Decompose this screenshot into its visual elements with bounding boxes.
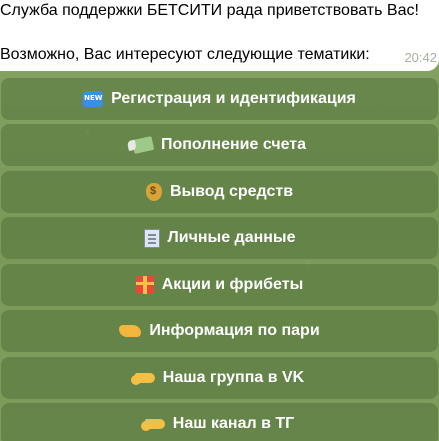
- pointing-hand-icon: [140, 419, 165, 431]
- button-label: Регистрация и идентификация: [111, 90, 356, 107]
- pointing-hand-icon: [130, 373, 155, 385]
- button-label: Личные данные: [167, 229, 296, 246]
- message-greeting: Служба поддержки БЕТСИТИ рада приветство…: [0, 2, 419, 19]
- handshake-icon: [119, 325, 142, 337]
- gift-icon: [135, 276, 154, 294]
- message-prompt: Возможно, Вас интересуют следующие темат…: [0, 46, 370, 63]
- button-label: Пополнение счета: [160, 136, 307, 153]
- message-timestamp: 20:42: [404, 50, 437, 65]
- new-icon: [83, 91, 104, 107]
- money-with-wings-icon: [131, 136, 155, 154]
- button-label: Вывод средств: [169, 183, 294, 200]
- vk-group-button[interactable]: Наша группа в VK: [1, 357, 438, 399]
- button-label: Акции и фрибеты: [161, 276, 304, 293]
- button-label: Наш канал в ТГ: [172, 415, 295, 432]
- withdrawal-button[interactable]: Вывод средств: [1, 171, 438, 213]
- money-bag-icon: [145, 183, 162, 201]
- registration-button[interactable]: Регистрация и идентификация: [1, 78, 438, 120]
- button-label: Наша группа в VK: [162, 369, 305, 386]
- personal-data-button[interactable]: Личные данные: [1, 217, 438, 259]
- button-label: Информация по пари: [149, 322, 320, 339]
- document-icon: [143, 228, 160, 248]
- tg-channel-button[interactable]: Наш канал в ТГ: [1, 403, 438, 441]
- deposit-button[interactable]: Пополнение счета: [1, 124, 438, 166]
- bet-info-button[interactable]: Информация по пари: [1, 310, 438, 352]
- message-bubble: Служба поддержки БЕТСИТИ рада приветство…: [0, 0, 439, 71]
- promotions-button[interactable]: Акции и фрибеты: [1, 264, 438, 306]
